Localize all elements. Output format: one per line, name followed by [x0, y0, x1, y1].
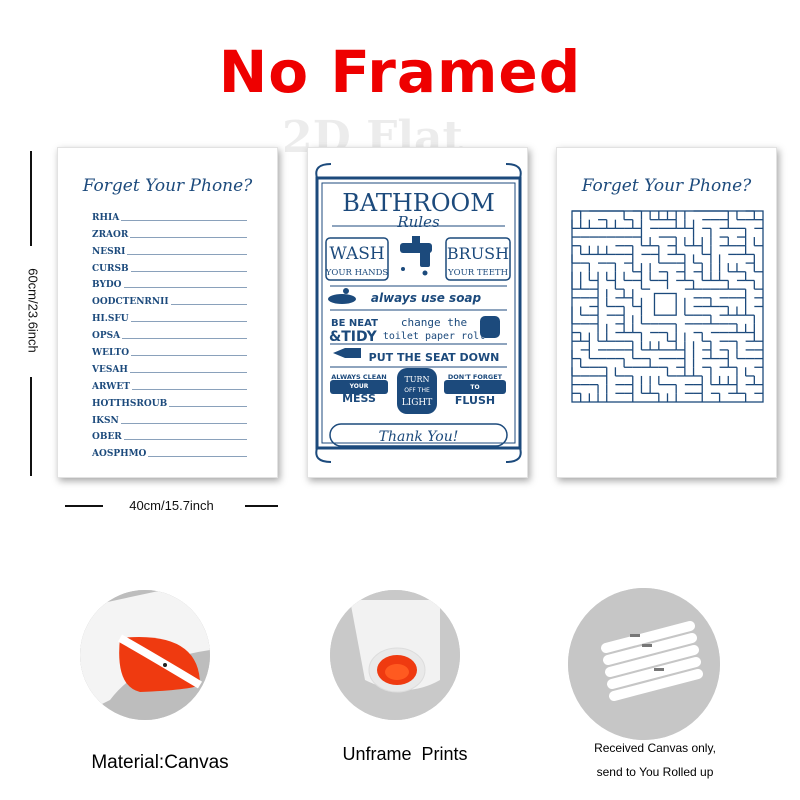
- answer-line: [123, 287, 247, 289]
- caption-rolled: send to You Rolled up: [596, 765, 714, 779]
- poster-bathroom-rules: BATHROOM Rules WASH YOUR HANDS BRUSH YOU…: [307, 147, 528, 478]
- scrambled-word: IKSN: [92, 415, 119, 426]
- scrambled-word: OODCTENRNII: [92, 297, 169, 308]
- width-dimension: 40cm/15.7inch: [65, 498, 278, 514]
- answer-line: [130, 270, 247, 272]
- light-label: LIGHT: [402, 398, 433, 408]
- your-teeth-label: YOUR TEETH: [447, 268, 508, 278]
- word-row: OBER: [92, 426, 247, 443]
- poster-maze: Forget Your Phone?: [556, 147, 777, 478]
- word-row: OPSA: [92, 324, 247, 341]
- scrambled-word: OPSA: [92, 331, 121, 342]
- answer-line: [130, 321, 247, 323]
- word-list: RHIA ZRAOR NESRI CURSB BYDO OODCTENRNII HI.SFU…: [92, 206, 247, 459]
- word-row: IKSN: [92, 409, 247, 426]
- wash-label: WASH: [329, 244, 384, 264]
- flush-label: FLUSH: [455, 394, 495, 407]
- your-hands-label: YOUR HANDS: [325, 268, 389, 278]
- word-row: ZRAOR: [92, 223, 247, 240]
- word-row: ARWET: [92, 375, 247, 392]
- maze-walls: [571, 210, 764, 403]
- seat-label: PUT THE SEAT DOWN: [369, 351, 500, 364]
- be-neat-label: BE NEAT: [331, 318, 378, 329]
- scrambled-word: HOTTHSROUB: [92, 398, 168, 409]
- scrambled-word: WELTO: [92, 348, 130, 359]
- caption-received: Received Canvas only,: [594, 741, 716, 755]
- scrambled-word: OBER: [92, 432, 122, 443]
- your-label: YOUR: [349, 383, 369, 390]
- answer-line: [121, 219, 247, 221]
- answer-line: [123, 439, 247, 441]
- soap-label: always use soap: [371, 291, 482, 305]
- word-row: HOTTHSROUB: [92, 392, 247, 409]
- answer-line: [169, 405, 247, 407]
- answer-line: [170, 304, 247, 306]
- scrambled-word: BYDO: [92, 280, 122, 291]
- word-row: VESAH: [92, 358, 247, 375]
- word-row: NESRI: [92, 240, 247, 257]
- bathroom-rules-art: BATHROOM Rules WASH YOUR HANDS BRUSH YOU…: [315, 163, 522, 463]
- change-label: change the: [401, 316, 467, 329]
- headline: No Framed: [218, 38, 582, 106]
- rolled-canvas-photo: [568, 588, 720, 740]
- answer-line: [129, 371, 247, 373]
- maze-graphic: [571, 210, 764, 403]
- height-label: 60cm/23.6inch: [25, 268, 41, 353]
- answer-line: [148, 456, 247, 458]
- word-row: BYDO: [92, 274, 247, 291]
- answer-line: [122, 338, 247, 340]
- word-row: HI.SFU: [92, 307, 247, 324]
- to-label: TO: [470, 384, 479, 391]
- scrambled-word: VESAH: [92, 364, 128, 375]
- word-row: WELTO: [92, 341, 247, 358]
- caption-material: Material:Canvas: [91, 752, 229, 773]
- unframed-roll-photo: [330, 590, 460, 720]
- poster-word-scramble: Forget Your Phone? RHIA ZRAOR NESRI CURSB BY…: [57, 147, 278, 478]
- answer-line: [130, 236, 247, 238]
- word-row: AOSPHMO: [92, 442, 247, 459]
- answer-line: [120, 422, 247, 424]
- scrambled-word: ZRAOR: [92, 229, 129, 240]
- canvas-material-photo: [80, 590, 210, 720]
- rules-subtitle: Rules: [396, 213, 440, 231]
- always-clean-label: ALWAYS CLEAN: [331, 373, 386, 381]
- mess-label: MESS: [342, 392, 376, 405]
- word-row: RHIA: [92, 206, 247, 223]
- word-row: CURSB: [92, 257, 247, 274]
- word-scramble-title: Forget Your Phone?: [82, 176, 253, 196]
- scrambled-word: ARWET: [92, 381, 130, 392]
- width-label: 40cm/15.7inch: [129, 498, 214, 513]
- answer-line: [127, 253, 247, 255]
- scrambled-word: HI.SFU: [92, 314, 129, 325]
- scrambled-word: NESRI: [92, 246, 126, 257]
- tidy-label: &TIDY: [329, 329, 378, 345]
- caption-unframe: Unframe Prints: [342, 744, 468, 764]
- answer-line: [131, 388, 247, 390]
- scrambled-word: CURSB: [92, 263, 129, 274]
- word-row: OODCTENRNII: [92, 290, 247, 307]
- turn-label: TURN: [404, 375, 429, 384]
- scrambled-word: RHIA: [92, 212, 120, 223]
- dont-forget-label: DON'T FORGET: [448, 373, 503, 381]
- scrambled-word: AOSPHMO: [92, 449, 147, 460]
- brush-label: BRUSH: [447, 244, 509, 263]
- off-the-label: OFF THE: [404, 387, 430, 394]
- toilet-roll-label: toilet paper roll: [383, 331, 485, 342]
- thank-you-label: Thank You!: [379, 429, 459, 445]
- answer-line: [131, 355, 247, 357]
